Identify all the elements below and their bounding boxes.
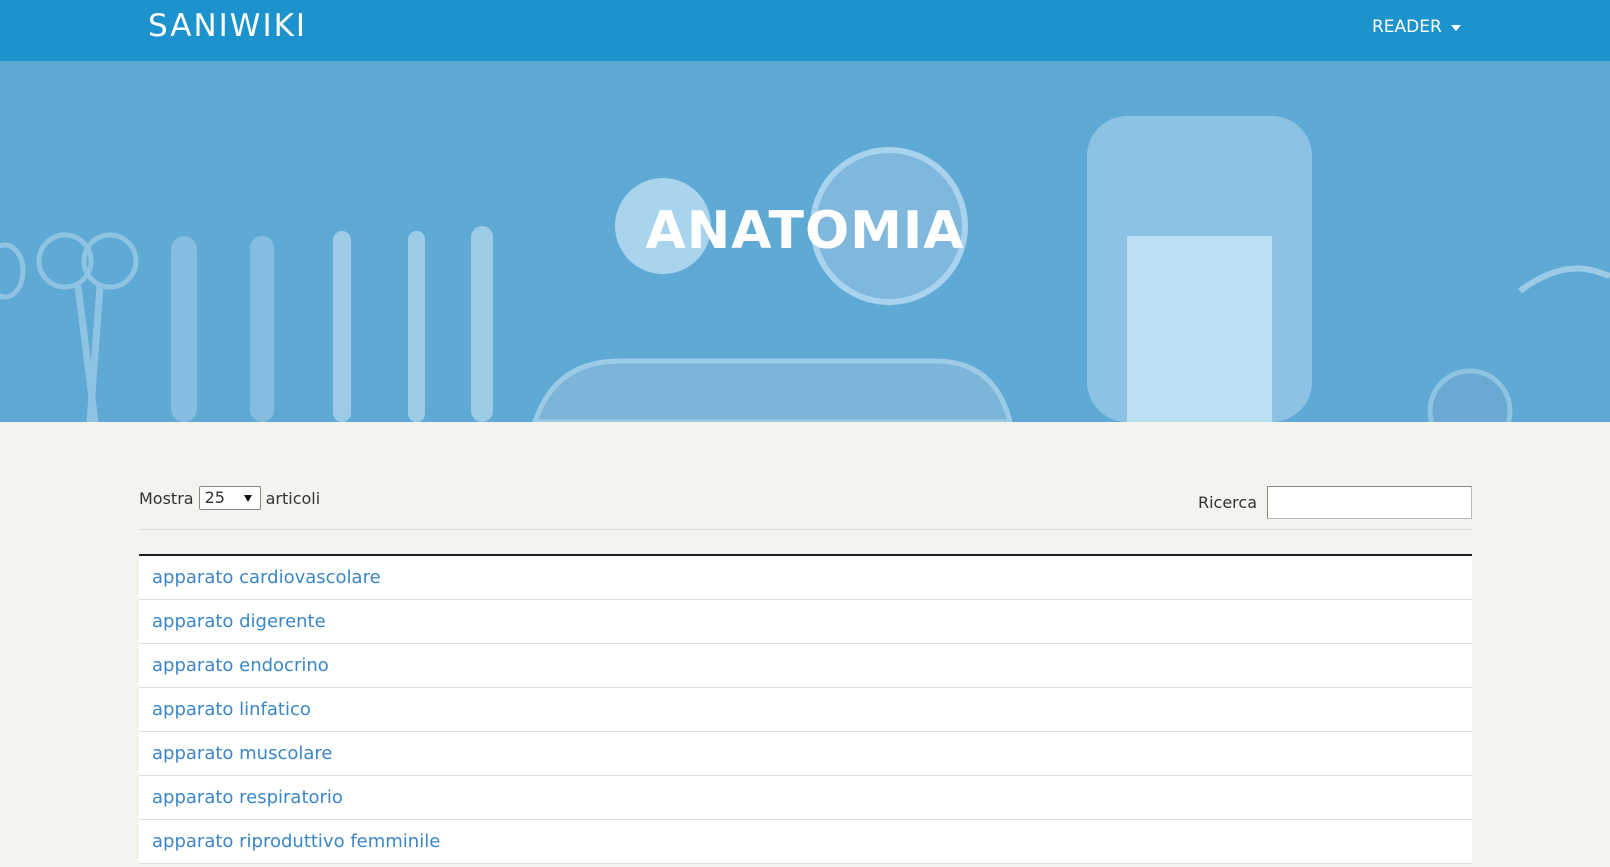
articles-table: apparato cardiovascolare apparato digere… [139,554,1472,864]
table-row: apparato linfatico [139,688,1472,732]
page-size-select[interactable]: 25 [198,486,261,510]
reader-menu-label: READER [1372,17,1442,37]
show-label: Mostra [139,488,194,508]
dropdown-arrow-icon [243,495,252,502]
page-length-control: Mostra 25 articoli [139,486,320,510]
article-link[interactable]: apparato cardiovascolare [152,567,381,588]
article-link[interactable]: apparato linfatico [152,699,311,720]
hero-banner: ANATOMIA [0,61,1610,422]
table-row: apparato riproduttivo femminile [139,820,1472,864]
search-control: Ricerca [1198,486,1472,519]
navbar: SANIWIKI READER [0,0,1610,61]
articles-label: articoli [265,488,321,508]
article-link[interactable]: apparato digerente [152,611,326,632]
table-row: apparato respiratorio [139,776,1472,820]
table-row: apparato muscolare [139,732,1472,776]
divider [139,529,1472,530]
caret-down-icon [1450,25,1461,31]
brand-logo[interactable]: SANIWIKI [148,8,307,44]
search-label: Ricerca [1197,493,1257,512]
table-row: apparato digerente [139,600,1472,644]
article-link[interactable]: apparato endocrino [152,655,329,676]
search-input[interactable] [1267,486,1472,519]
article-link[interactable]: apparato riproduttivo femminile [152,831,440,852]
reader-menu-toggle[interactable]: READER [1372,17,1461,37]
table-row: apparato endocrino [139,644,1472,688]
table-controls: Mostra 25 articoli Ricerca [139,486,1472,531]
article-link[interactable]: apparato muscolare [152,743,332,764]
table-row: apparato cardiovascolare [139,556,1472,600]
article-link[interactable]: apparato respiratorio [152,787,343,808]
page-size-value: 25 [204,488,225,507]
page-title: ANATOMIA [645,201,965,261]
